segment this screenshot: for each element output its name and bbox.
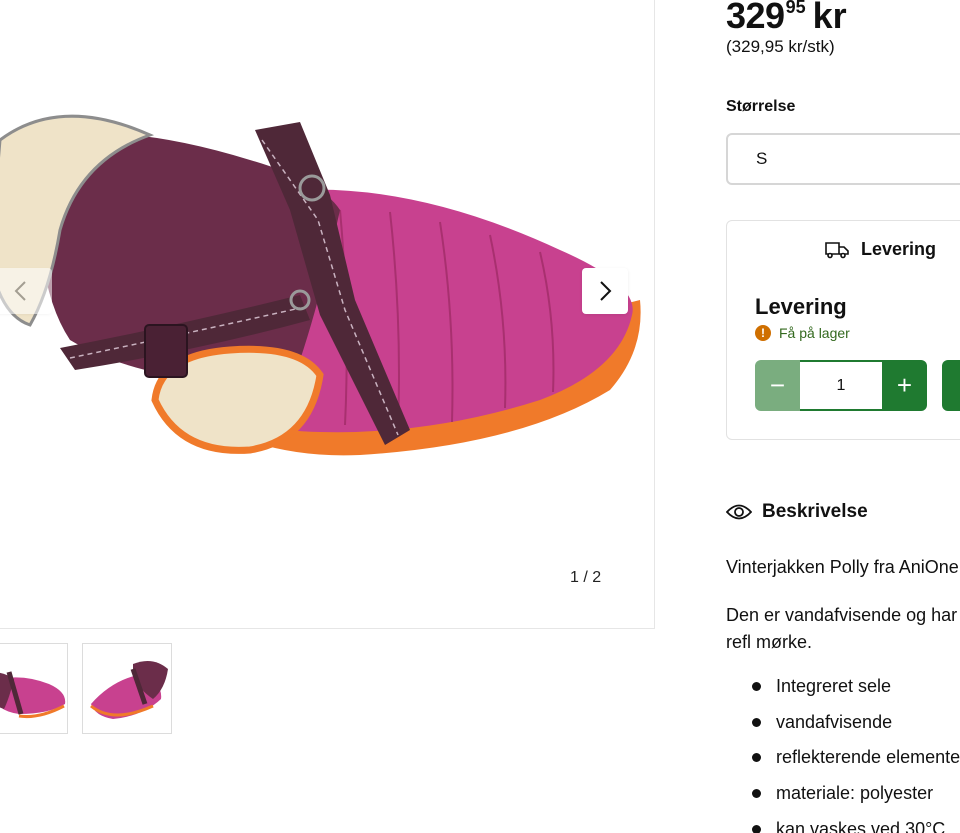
thumbnail-2[interactable] (82, 643, 172, 734)
minus-icon: − (769, 370, 786, 400)
thumbnail-image (0, 671, 66, 718)
feature-item: vandafvisende (752, 709, 960, 745)
thumbnail-image (90, 660, 168, 719)
truck-icon (825, 241, 849, 258)
size-selected-value: S (756, 149, 768, 168)
plus-icon: + (896, 370, 913, 400)
previous-image-button[interactable] (0, 268, 52, 314)
thumbnail-1[interactable] (0, 643, 68, 734)
delivery-tab[interactable]: Levering (825, 239, 936, 260)
price-main: 329 (726, 0, 785, 36)
dog-jacket-illustration (0, 114, 641, 456)
delivery-tab-label: Levering (861, 239, 937, 259)
feature-item: materiale: polyester (752, 780, 960, 816)
stock-status-text: Få på lager (779, 325, 850, 341)
product-image[interactable] (0, 100, 650, 500)
quantity-value: 1 (836, 376, 846, 394)
eye-icon (726, 504, 752, 520)
warning-icon: ! (755, 325, 771, 341)
quantity-increase-button[interactable]: + (882, 360, 927, 411)
price-currency: kr (812, 0, 847, 36)
chevron-left-icon (14, 281, 26, 301)
quantity-stepper: − 1 + (755, 360, 927, 411)
stock-status: ! Få på lager (755, 325, 850, 341)
description-paragraph-1: Vinterjakken Polly fra AniOne er (726, 557, 960, 577)
size-select[interactable]: S (726, 133, 960, 185)
delivery-panel: Levering Levering ! Få på lager − 1 + (726, 220, 960, 440)
quantity-input[interactable]: 1 (800, 360, 882, 411)
size-label: Størrelse (726, 98, 796, 115)
price-cents: 95 (785, 0, 806, 17)
chevron-right-icon (600, 281, 612, 301)
description-heading[interactable]: Beskrivelse (726, 501, 868, 523)
unit-price: (329,95 kr/stk) (726, 37, 835, 56)
delivery-title: Levering (755, 294, 847, 319)
product-price: 329 95 kr (726, 0, 847, 37)
feature-list: Integreret sele vandafvisende reflektere… (752, 673, 960, 833)
image-counter: 1 / 2 (570, 569, 602, 586)
feature-item: Integreret sele (752, 673, 960, 709)
feature-item: kan vaskes ved 30°C. (752, 816, 960, 833)
quantity-decrease-button[interactable]: − (755, 360, 800, 411)
description-paragraph-2: Den er vandafvisende og har refl mørke. (726, 605, 958, 652)
next-image-button[interactable] (582, 268, 628, 314)
add-to-cart-button[interactable] (942, 360, 960, 411)
feature-item: reflekterende elementer (752, 744, 960, 780)
product-gallery: 1 / 2 (0, 0, 655, 629)
description-heading-text: Beskrivelse (762, 501, 868, 522)
